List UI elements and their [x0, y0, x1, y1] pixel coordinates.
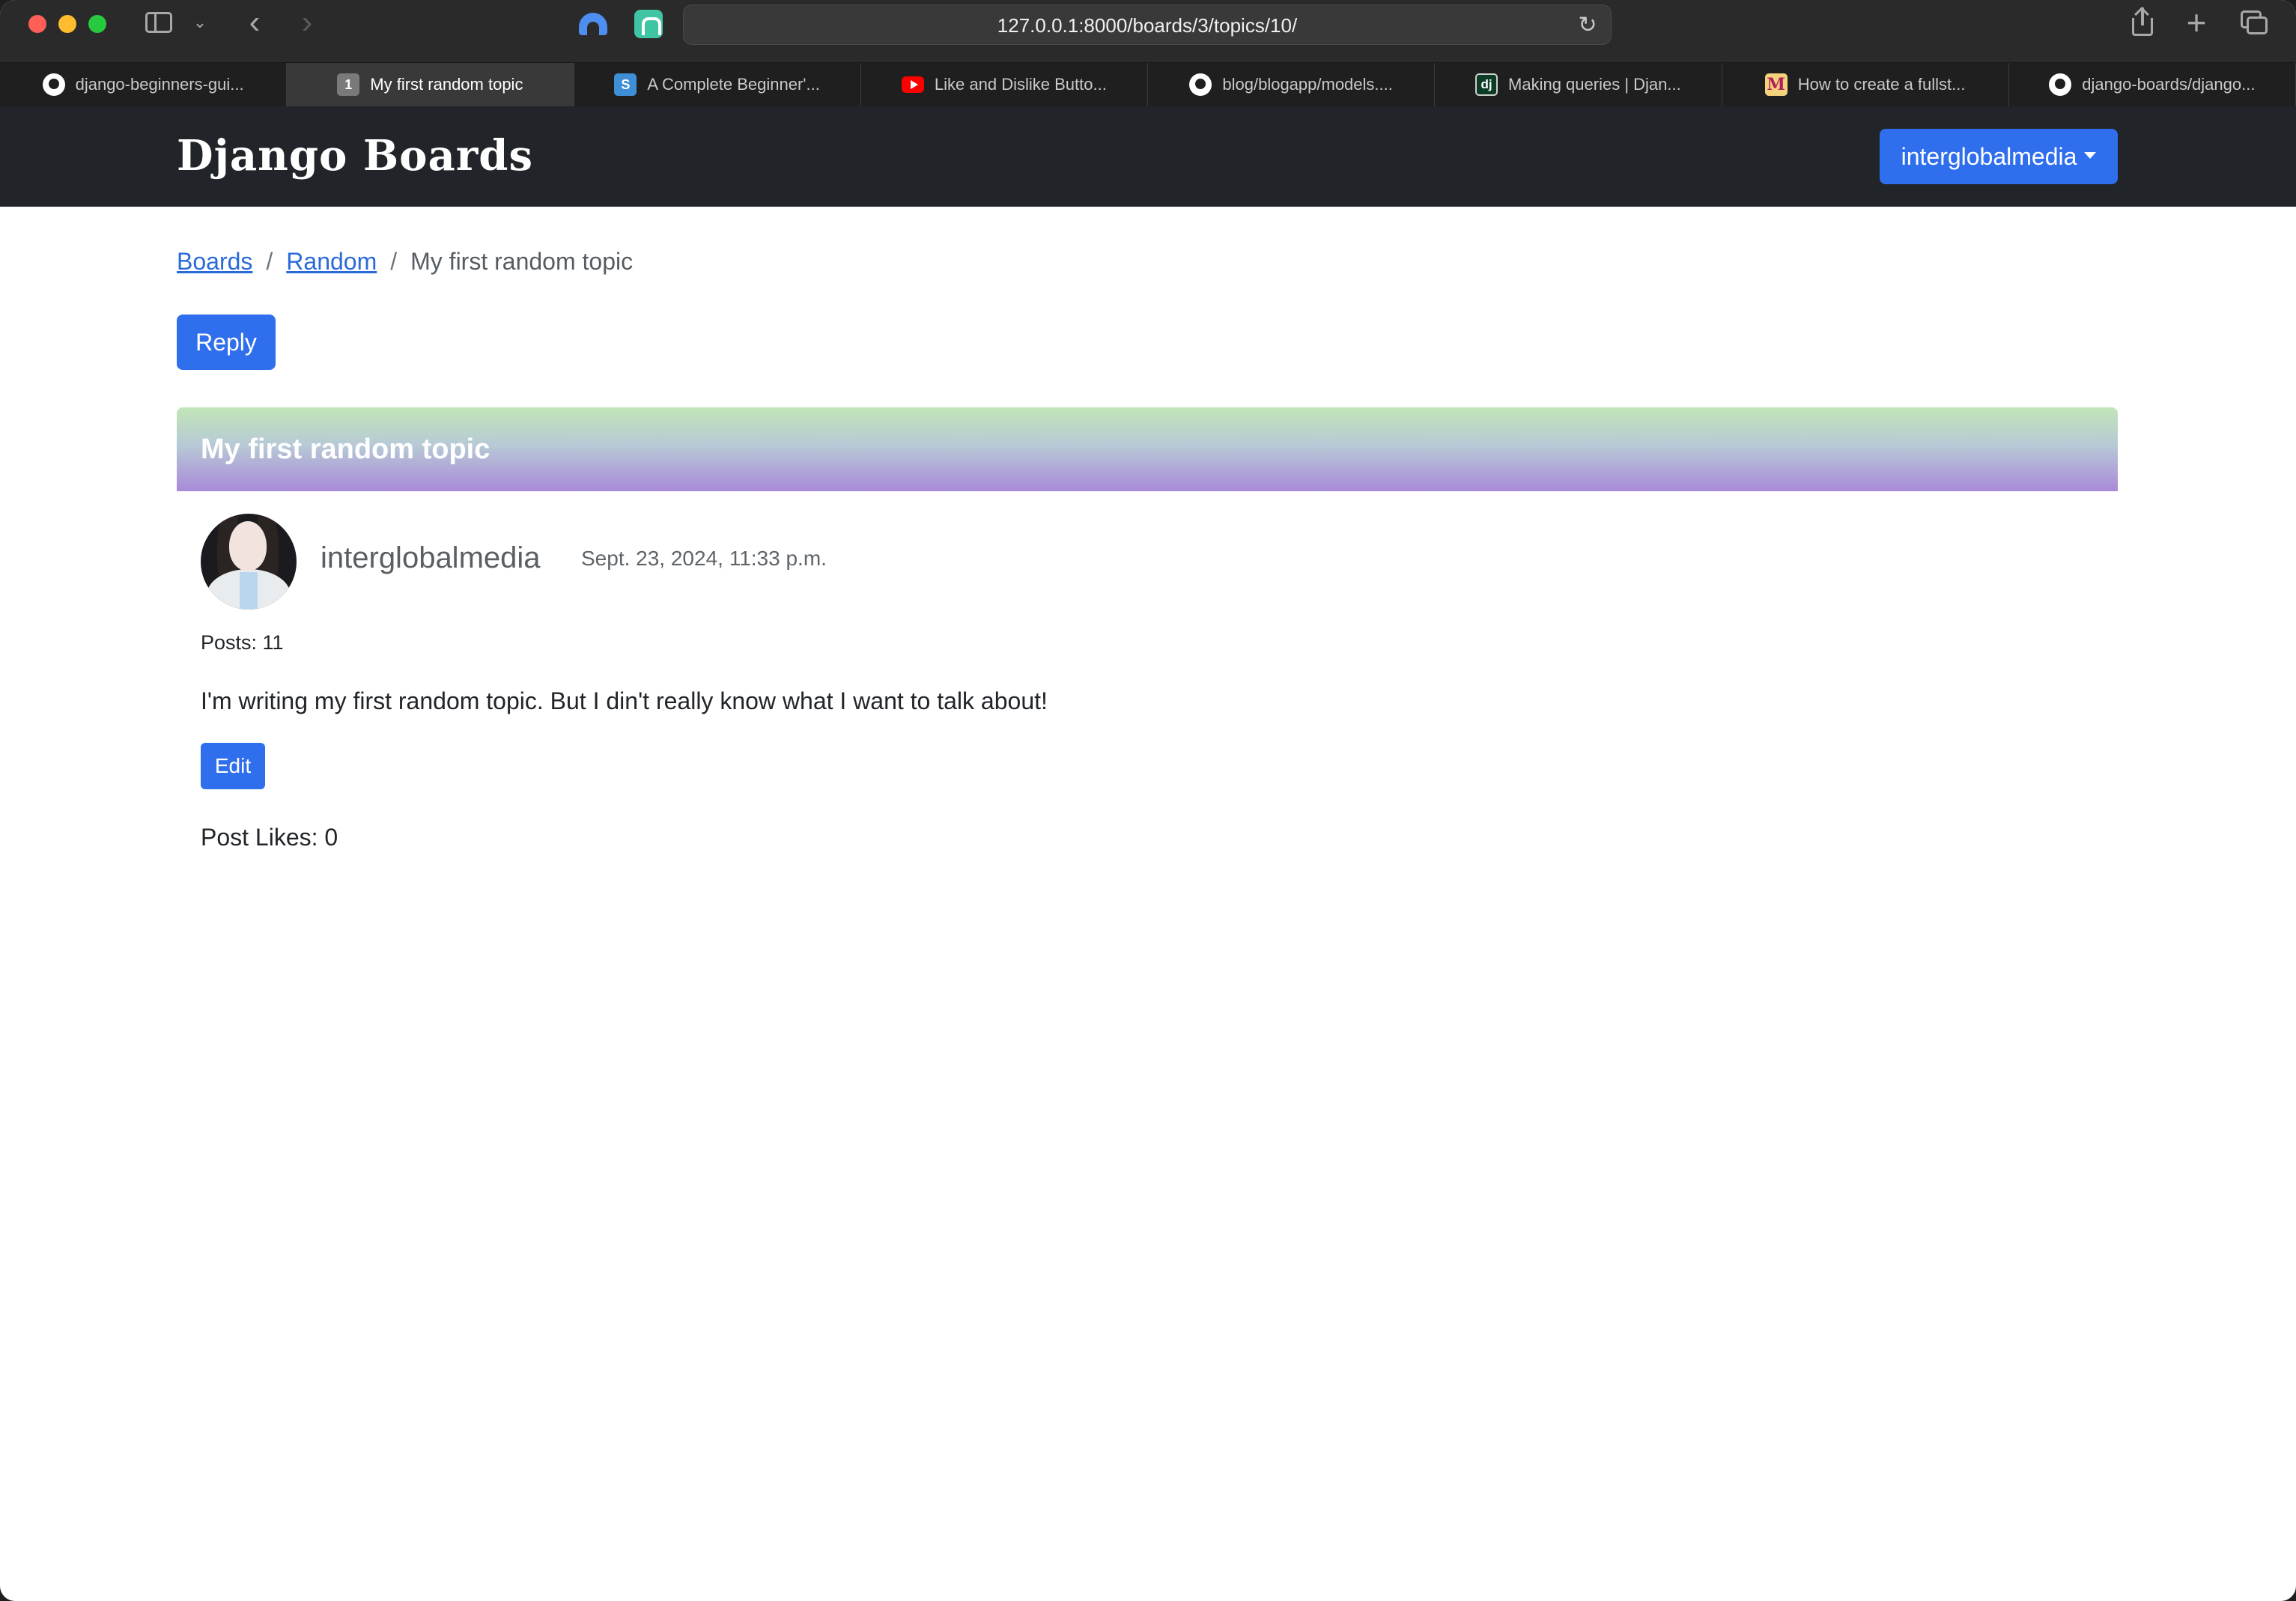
edit-button[interactable]: Edit [201, 743, 265, 789]
browser-tab[interactable]: dj Making queries | Djan... [1435, 63, 1722, 106]
tab-bar: django-beginners-gui... 1 My first rando… [0, 63, 2296, 106]
reload-icon[interactable]: ↻ [1573, 11, 1602, 40]
tab-label: django-beginners-gui... [75, 75, 244, 94]
avatar [201, 514, 297, 610]
number-icon: 1 [337, 73, 360, 96]
browser-tab[interactable]: django-beginners-gui... [0, 63, 288, 106]
tab-label: How to create a fullst... [1797, 75, 1966, 94]
breadcrumb-link-boards[interactable]: Boards [177, 244, 252, 279]
youtube-icon [901, 76, 924, 93]
github-icon [1189, 73, 1212, 96]
extension-arch-icon[interactable] [577, 9, 610, 39]
browser-toolbar: ⌄ ‹ › 127.0.0.1:8000/boards/3/topics/10/… [0, 0, 2296, 63]
tab-label: Making queries | Djan... [1508, 75, 1681, 94]
breadcrumb: Boards / Random / My first random topic [177, 244, 633, 279]
browser-tab[interactable]: Like and Dislike Butto... [861, 63, 1148, 106]
post-date: Sept. 23, 2024, 11:33 p.m. [581, 547, 827, 570]
caret-down-icon [2084, 151, 2097, 159]
django-icon: dj [1475, 73, 1498, 96]
post-body: I'm writing my first random topic. But I… [201, 687, 1048, 714]
topic-header: My first random topic [177, 407, 2118, 491]
brand-logo[interactable]: Django Boards [177, 127, 533, 184]
breadcrumb-separator: / [390, 248, 398, 275]
share-icon[interactable] [2125, 6, 2160, 39]
medium-icon: M [1764, 73, 1788, 96]
breadcrumb-link-random[interactable]: Random [286, 244, 377, 279]
site-navbar: Django Boards interglobalmedia [0, 106, 2296, 207]
github-icon [2049, 73, 2072, 96]
extension-green-icon[interactable] [634, 9, 663, 39]
minimize-window-button[interactable] [58, 15, 76, 33]
breadcrumb-current: My first random topic [410, 248, 634, 275]
sidebar-toggle-icon[interactable] [144, 10, 174, 34]
tab-label: My first random topic [370, 75, 523, 94]
user-menu-label: interglobalmedia [1901, 142, 2077, 170]
browser-tab-active[interactable]: 1 My first random topic [287, 63, 574, 106]
address-url[interactable]: 127.0.0.1:8000/boards/3/topics/10/ [684, 5, 1611, 46]
author-posts-count: Posts: 11 [201, 631, 284, 654]
new-tab-icon[interactable]: + [2179, 3, 2214, 42]
tab-label: Like and Dislike Butto... [934, 75, 1107, 94]
chevron-down-icon[interactable]: ⌄ [190, 10, 210, 34]
browser-tab[interactable]: S A Complete Beginner'... [574, 63, 861, 106]
breadcrumb-separator: / [266, 248, 273, 275]
tab-overview-icon[interactable] [2236, 7, 2271, 37]
tab-label: django-boards/django... [2082, 75, 2256, 94]
browser-tab[interactable]: M How to create a fullst... [1722, 63, 2009, 106]
post-author: interglobalmedia [321, 541, 541, 574]
tab-label: A Complete Beginner'... [647, 75, 820, 94]
s-icon: S [614, 73, 637, 96]
forward-arrow-icon[interactable]: › [292, 6, 322, 39]
browser-window: ⌄ ‹ › 127.0.0.1:8000/boards/3/topics/10/… [0, 0, 2296, 1601]
user-menu-dropdown[interactable]: interglobalmedia [1880, 129, 2118, 184]
topic-title: My first random topic [201, 434, 491, 465]
browser-tab[interactable]: blog/blogapp/models.... [1148, 63, 1436, 106]
reply-button[interactable]: Reply [177, 315, 276, 370]
tab-label: blog/blogapp/models.... [1222, 75, 1393, 94]
browser-tab[interactable]: django-boards/django... [2009, 63, 2296, 106]
zoom-window-button[interactable] [88, 15, 106, 33]
post-likes: Post Likes: 0 [201, 824, 338, 851]
close-window-button[interactable] [28, 15, 46, 33]
back-arrow-icon[interactable]: ‹ [240, 6, 270, 39]
address-bar[interactable]: 127.0.0.1:8000/boards/3/topics/10/ ↻ [683, 4, 1612, 45]
github-icon [42, 73, 65, 96]
